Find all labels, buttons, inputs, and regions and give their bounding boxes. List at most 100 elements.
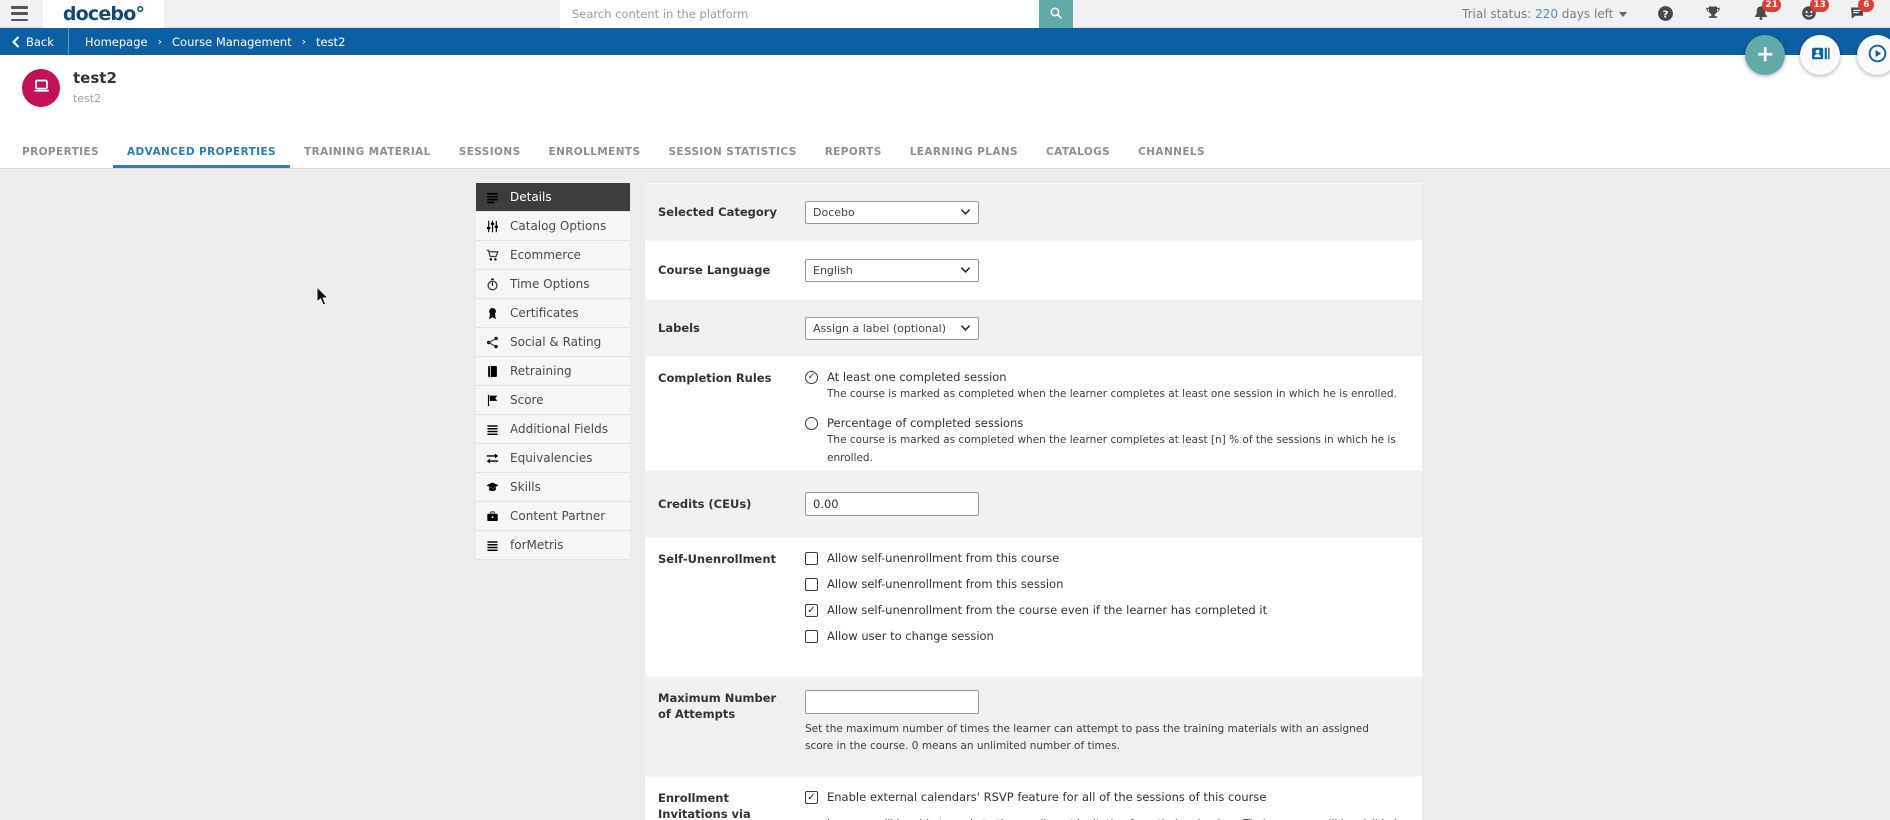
checkbox-unchecked[interactable] bbox=[805, 551, 818, 565]
option-line: Allow self-unenrollment from this sessio… bbox=[805, 577, 1422, 591]
sidebar-item-social-rating[interactable]: Social & Rating bbox=[476, 328, 630, 357]
tour-fab[interactable] bbox=[1857, 35, 1890, 75]
trial-status[interactable]: Trial status: 220 days left bbox=[1462, 7, 1613, 21]
sidebar-item-additional-fields[interactable]: Additional Fields bbox=[476, 415, 630, 444]
option-helper-text: The course is marked as completed when t… bbox=[827, 388, 1397, 400]
breadcrumb: Homepage › Course Management › test2 bbox=[69, 35, 345, 49]
option-line: Percentage of completed sessions bbox=[805, 416, 1422, 430]
field-control: Set the maximum number of times the lear… bbox=[805, 690, 1422, 776]
tab-learning-plans[interactable]: LEARNING PLANS bbox=[896, 138, 1032, 168]
form-row: Enrollment Invitations via External Cale… bbox=[645, 777, 1422, 820]
field-helper-text: Set the maximum number of times the lear… bbox=[805, 723, 1369, 753]
breadcrumb-item[interactable]: test2 bbox=[316, 35, 345, 49]
select-labels[interactable]: Assign a label (optional) bbox=[805, 316, 979, 340]
notification-badge: 6 bbox=[1858, 0, 1875, 12]
search-icon bbox=[1049, 6, 1063, 23]
tab-channels[interactable]: CHANNELS bbox=[1124, 138, 1219, 168]
sidebar-item-details[interactable]: Details bbox=[476, 183, 630, 212]
input-maximum-number-of-attempts[interactable] bbox=[805, 690, 979, 714]
sidebar-item-label: Social & Rating bbox=[510, 335, 602, 349]
docebo-logo-text: docebo° bbox=[62, 3, 145, 25]
sidebar-item-time-options[interactable]: Time Options bbox=[476, 270, 630, 299]
details-icon bbox=[486, 190, 501, 205]
option-line: ✓ Allow self-unenrollment from the course… bbox=[805, 603, 1422, 617]
breadcrumb-item[interactable]: Course Management bbox=[172, 35, 292, 49]
chevron-right-icon: › bbox=[301, 35, 306, 48]
sidebar-item-label: Details bbox=[510, 190, 552, 204]
sidebar-item-ecommerce[interactable]: Ecommerce bbox=[476, 241, 630, 270]
sidebar-item-content-partner[interactable]: Content Partner bbox=[476, 502, 630, 531]
community-icon[interactable]: 13 bbox=[1801, 0, 1829, 23]
input-credits-ceus-[interactable] bbox=[805, 492, 979, 516]
checkbox-unchecked[interactable] bbox=[805, 629, 818, 643]
checkbox-unchecked[interactable] bbox=[805, 577, 818, 591]
option-label: Allow self-unenrollment from this course bbox=[827, 551, 1060, 565]
content-area: Details Catalog Options Ecommerce Time Opti… bbox=[0, 169, 1890, 820]
docebo-course-management-page: { "topbar": { "logo": "docebo°", "search… bbox=[0, 0, 1890, 820]
sidebar-item-label: Skills bbox=[510, 480, 541, 494]
tab-enrollments[interactable]: ENROLLMENTS bbox=[535, 138, 655, 168]
select-value: English bbox=[813, 263, 853, 277]
radio-selected[interactable]: ✓ bbox=[805, 370, 818, 384]
notification-badge: 13 bbox=[1810, 0, 1829, 12]
trophy-icon[interactable] bbox=[1705, 5, 1723, 23]
select-selected-category[interactable]: Docebo bbox=[805, 200, 979, 224]
messages-icon[interactable]: 6 bbox=[1849, 0, 1875, 23]
sidebar-item-certificates[interactable]: Certificates bbox=[476, 299, 630, 328]
option-label: Allow self-unenrollment from the course … bbox=[827, 603, 1268, 617]
form-row: Course Language English bbox=[645, 241, 1422, 299]
users-fab[interactable] bbox=[1800, 35, 1840, 75]
option-line: Allow user to change session bbox=[805, 629, 1422, 643]
help-icon[interactable]: ? bbox=[1657, 5, 1675, 23]
field-label: Self-Unenrollment bbox=[658, 552, 777, 566]
search-input[interactable] bbox=[560, 0, 1039, 28]
sidebar-item-label: Equivalencies bbox=[510, 451, 593, 465]
top-bar: docebo° Trial status: 220 days left ? 21 1… bbox=[0, 0, 1890, 28]
tab-session-statistics[interactable]: SESSION STATISTICS bbox=[654, 138, 810, 168]
tab-advanced-properties[interactable]: ADVANCED PROPERTIES bbox=[113, 138, 291, 168]
option-line: ✓ Enable external calendars' RSVP feature… bbox=[805, 790, 1422, 804]
select-course-language[interactable]: English bbox=[805, 258, 979, 282]
sidebar-item-retraining[interactable]: Retraining bbox=[476, 357, 630, 386]
option-label: Allow user to change session bbox=[827, 629, 994, 643]
field-label: Selected Category bbox=[658, 205, 777, 219]
radio-unselected[interactable] bbox=[805, 416, 818, 430]
tab-catalogs[interactable]: CATALOGS bbox=[1032, 138, 1124, 168]
tab-sessions[interactable]: SESSIONS bbox=[445, 138, 535, 168]
sidebar-item-equivalencies[interactable]: Equivalencies bbox=[476, 444, 630, 473]
option-label: Percentage of completed sessions bbox=[827, 416, 1024, 431]
sidebar-item-score[interactable]: Score bbox=[476, 386, 630, 415]
course-header: test2 test2 PROPERTIES ADVANCED PROPERTIE… bbox=[0, 55, 1890, 169]
tab-reports[interactable]: REPORTS bbox=[811, 138, 896, 168]
sidebar-item-label: Time Options bbox=[510, 277, 590, 291]
sidebar-item-formetris[interactable]: forMetris bbox=[476, 531, 630, 560]
option-helper-text: Learners will be able to reply to the en… bbox=[827, 816, 1422, 820]
chevron-down-icon bbox=[960, 322, 971, 335]
global-search bbox=[560, 0, 1073, 28]
sidebar-item-label: Certificates bbox=[510, 306, 579, 320]
docebo-logo[interactable]: docebo° bbox=[43, 0, 164, 28]
sidebar-item-label: Ecommerce bbox=[510, 248, 581, 262]
chevron-down-icon bbox=[960, 264, 971, 277]
back-button[interactable]: Back bbox=[0, 28, 68, 55]
tab-properties[interactable]: PROPERTIES bbox=[8, 138, 113, 168]
sliders-icon bbox=[486, 219, 501, 234]
checkbox-checked[interactable]: ✓ bbox=[805, 790, 818, 804]
hamburger-menu-icon[interactable] bbox=[11, 6, 28, 21]
stopwatch-icon bbox=[486, 277, 501, 292]
field-control: Docebo bbox=[805, 200, 1422, 224]
search-button[interactable] bbox=[1039, 0, 1073, 28]
add-fab[interactable] bbox=[1745, 35, 1785, 75]
field-label: Completion Rules bbox=[658, 371, 772, 385]
sidebar-item-label: Content Partner bbox=[510, 509, 606, 523]
sidebar-item-catalog-options[interactable]: Catalog Options bbox=[476, 212, 630, 241]
play-circle-icon bbox=[1868, 44, 1887, 66]
bell-icon[interactable]: 21 bbox=[1753, 0, 1781, 23]
tab-training-material[interactable]: TRAINING MATERIAL bbox=[290, 138, 445, 168]
breadcrumb-item[interactable]: Homepage bbox=[85, 35, 148, 49]
medal-icon bbox=[486, 306, 501, 321]
field-control: ✓ Enable external calendars' RSVP feature… bbox=[805, 790, 1422, 820]
checkbox-checked[interactable]: ✓ bbox=[805, 603, 818, 617]
sidebar-item-skills[interactable]: Skills bbox=[476, 473, 630, 502]
svg-text:?: ? bbox=[1663, 9, 1669, 20]
